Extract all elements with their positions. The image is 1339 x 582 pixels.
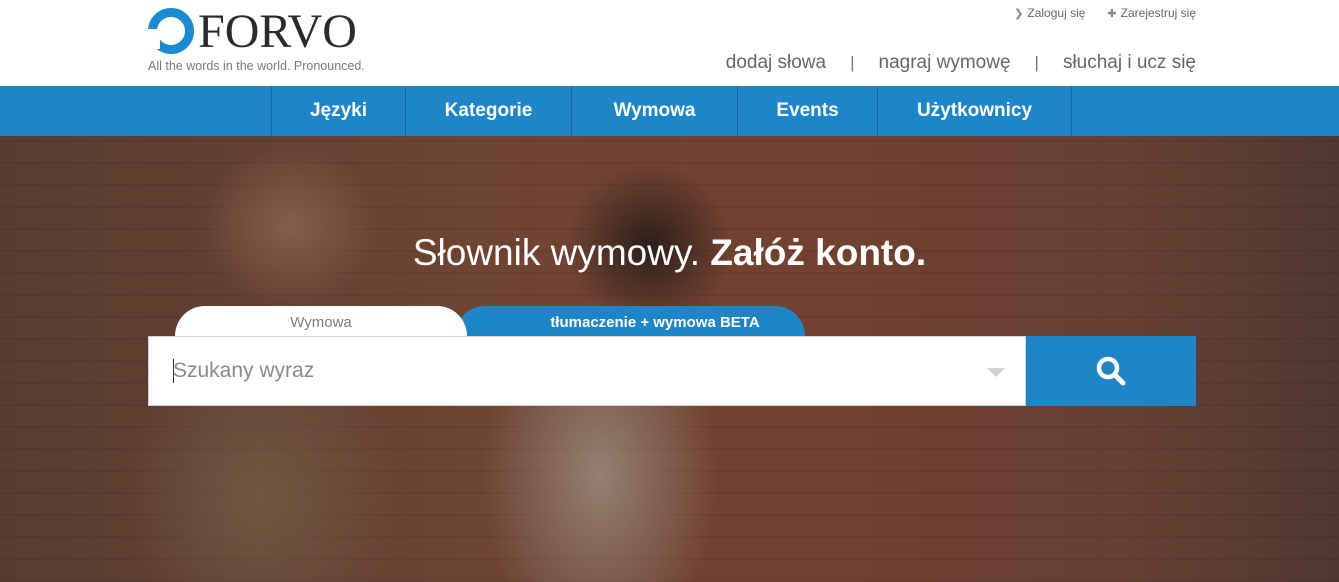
nav-item-users[interactable]: Użytkownicy [878,86,1072,136]
nav-items: Języki Kategorie Wymowa Events Użytkowni… [271,86,1072,136]
nav-item-languages[interactable]: Języki [272,86,406,136]
site-header: FORVO All the words in the world. Pronou… [0,0,1339,86]
record-link[interactable]: nagraj wymowę [879,52,1011,74]
listen-learn-link[interactable]: słuchaj i ucz się [1063,52,1196,74]
forvo-logo[interactable]: FORVO All the words in the world. Pronou… [148,5,378,76]
tab-translation-label: tłumaczenie + wymowa BETA [550,313,760,331]
secondary-nav: dodaj słowa | nagraj wymowę | słuchaj i … [726,52,1196,74]
tab-pronunciation[interactable]: Wymowa [175,306,467,338]
tab-translation-beta[interactable]: tłumaczenie + wymowa BETA [455,306,805,338]
hero-banner: Słownik wymowy. Załóż konto. tłumaczenie… [0,136,1339,582]
signup-link[interactable]: Załóż konto. [710,232,926,273]
text-cursor [173,359,174,383]
nav-item-pronunciation[interactable]: Wymowa [572,86,738,136]
logo-wordmark: FORVO [198,5,357,58]
login-link[interactable]: ❯ Zaloguj się [1014,6,1085,20]
hero-title: Słownik wymowy. Załóż konto. [0,232,1339,274]
plus-icon: ✚ [1107,7,1117,20]
hero-title-regular: Słownik wymowy. [412,232,701,273]
logo-ring-icon [148,8,194,54]
logo-tagline: All the words in the world. Pronounced. [148,59,365,73]
search-input[interactable] [149,337,969,405]
main-nav: Języki Kategorie Wymowa Events Użytkowni… [0,86,1339,136]
login-label: Zaloguj się [1027,6,1086,20]
separator: | [850,53,855,72]
caret-down-icon[interactable] [987,368,1005,377]
search-box [148,336,1026,406]
separator: | [1034,53,1039,72]
account-links: ❯ Zaloguj się ✚ Zarejestruj się [1014,6,1196,20]
search-button[interactable] [1026,336,1196,406]
register-link[interactable]: ✚ Zarejestruj się [1107,6,1196,20]
search-icon [1096,356,1126,386]
register-label: Zarejestruj się [1120,6,1196,20]
chevron-right-icon: ❯ [1014,7,1024,20]
nav-item-categories[interactable]: Kategorie [406,86,572,136]
tab-pronunciation-label: Wymowa [290,313,352,331]
add-words-link[interactable]: dodaj słowa [726,52,826,74]
nav-item-events[interactable]: Events [738,86,878,136]
